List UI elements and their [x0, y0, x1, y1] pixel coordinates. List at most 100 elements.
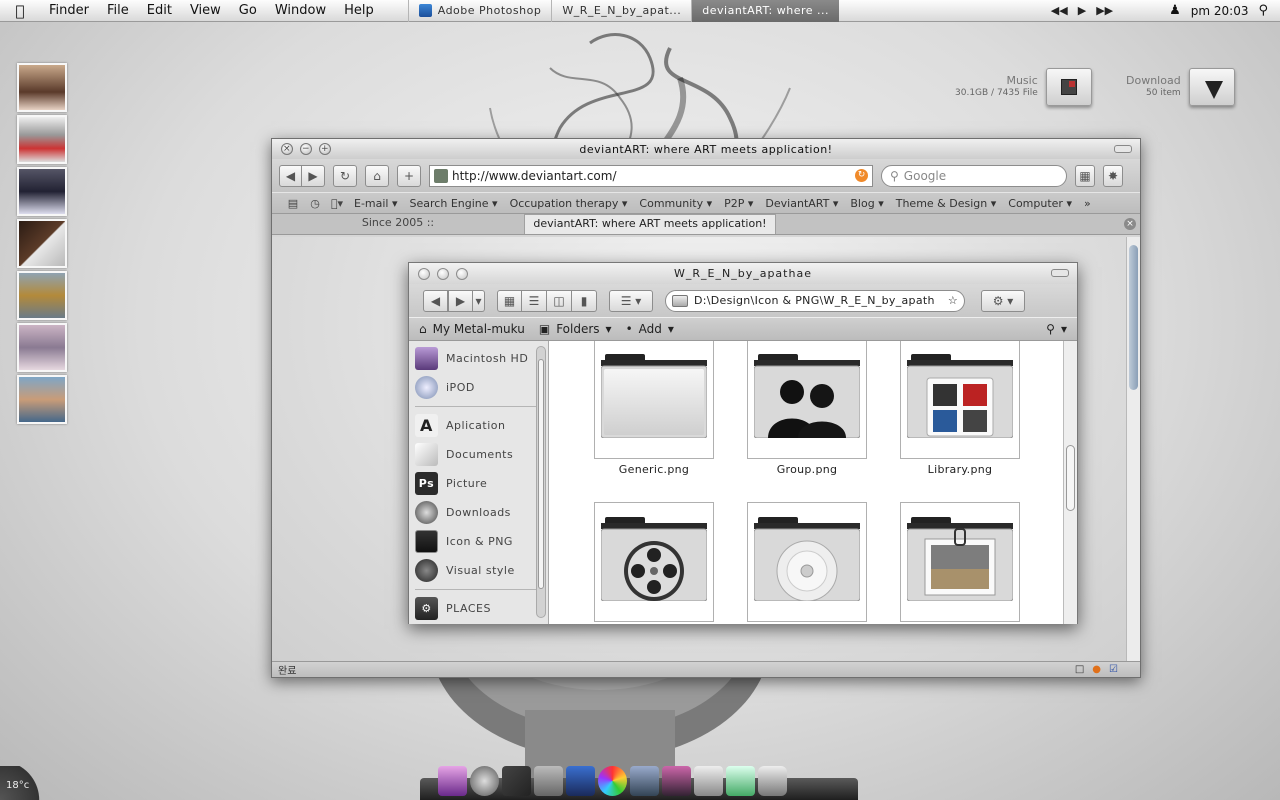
- spotlight-icon[interactable]: ⚲: [1258, 3, 1268, 18]
- flask-icon[interactable]: [566, 766, 595, 796]
- previous-icon[interactable]: ◀◀: [1051, 4, 1068, 17]
- file-item[interactable]: [900, 502, 1020, 624]
- menu-window[interactable]: Window: [266, 0, 335, 22]
- bookmark-blog[interactable]: Blog ▾: [844, 197, 889, 210]
- reload-icon[interactable]: ↻: [855, 169, 868, 182]
- history-dropdown-button[interactable]: ▾: [473, 289, 485, 312]
- compass-icon[interactable]: [470, 766, 499, 796]
- close-tab-icon[interactable]: ×: [1124, 218, 1136, 230]
- back-button[interactable]: ◀: [279, 164, 302, 187]
- sidebar-item-documents[interactable]: Documents: [409, 440, 548, 469]
- download-icon[interactable]: [726, 766, 755, 796]
- sidebar-item-aplication[interactable]: A Aplication: [409, 411, 548, 440]
- pen-icon[interactable]: [502, 766, 531, 796]
- tab-since-2005[interactable]: Since 2005 ::: [272, 214, 524, 234]
- forward-button[interactable]: ▶: [302, 164, 325, 187]
- photo-thumbnail[interactable]: [17, 115, 67, 164]
- bookmark-computer[interactable]: Computer ▾: [1002, 197, 1078, 210]
- browser-scrollbar[interactable]: [1126, 237, 1140, 662]
- file-grid-scrollbar[interactable]: [1063, 341, 1077, 624]
- bookmark-deviantart[interactable]: DeviantART ▾: [759, 197, 844, 210]
- address-bar[interactable]: http://www.deviantart.com/ ↻: [429, 164, 873, 187]
- apple-menu-icon[interactable]: : [0, 2, 40, 20]
- star-icon[interactable]: ☆: [948, 294, 958, 307]
- icon-view-button[interactable]: ▦: [497, 289, 522, 312]
- bookmark-theme-design[interactable]: Theme & Design ▾: [890, 197, 1003, 210]
- menu-help[interactable]: Help: [335, 0, 383, 22]
- menu-app-name[interactable]: Finder: [40, 0, 98, 22]
- task-browser-window[interactable]: deviantART: where ...: [691, 0, 839, 22]
- firefox-icon[interactable]: ●: [1092, 664, 1101, 675]
- arrange-button[interactable]: ☰ ▾: [609, 289, 653, 312]
- file-item[interactable]: Generic.png: [594, 341, 714, 476]
- coverflow-view-button[interactable]: ▮: [572, 289, 597, 312]
- palette-icon[interactable]: [534, 766, 563, 796]
- photo-thumbnail[interactable]: [17, 271, 67, 320]
- grid-view-button[interactable]: ▦: [1075, 164, 1095, 187]
- sidebar-item-icon-png[interactable]: Icon & PNG: [409, 527, 548, 556]
- task-finder-window[interactable]: W_R_E_N_by_apat...: [551, 0, 691, 22]
- history-icon[interactable]: ◷: [304, 197, 326, 210]
- menu-view[interactable]: View: [181, 0, 230, 22]
- disk-icon[interactable]: [758, 766, 787, 796]
- photo-icon[interactable]: [438, 766, 467, 796]
- library-icon[interactable]: [694, 766, 723, 796]
- tab-deviantart[interactable]: deviantART: where ART meets application!: [524, 214, 776, 234]
- sidebar-item-downloads[interactable]: Downloads: [409, 498, 548, 527]
- file-item[interactable]: Library.png: [900, 341, 1020, 476]
- sidebar-scrollbar[interactable]: [536, 346, 546, 618]
- folders-menu[interactable]: ▣ Folders ▾: [539, 322, 612, 336]
- search-field[interactable]: ⚲ Google: [881, 164, 1067, 187]
- bookmarks-overflow-icon[interactable]: »: [1078, 197, 1097, 210]
- search-menu[interactable]: ⚲ ▾: [1046, 322, 1067, 336]
- photo-thumbnail[interactable]: [17, 323, 67, 372]
- cd-icon[interactable]: [598, 766, 627, 796]
- photo-thumbnail[interactable]: [17, 219, 67, 268]
- path-field[interactable]: D:\Design\Icon & PNG\W_R_E_N_by_apath ☆: [665, 289, 965, 312]
- menu-file[interactable]: File: [98, 0, 138, 22]
- scrollbar-thumb[interactable]: [1129, 245, 1138, 390]
- screen-icon[interactable]: [630, 766, 659, 796]
- bookmark-email[interactable]: E-mail ▾: [348, 197, 404, 210]
- page-icon[interactable]: □: [1075, 664, 1084, 675]
- download-stack[interactable]: Download 50 item: [1126, 68, 1235, 106]
- sidebar-item-places[interactable]: ⚙ PLACES: [409, 594, 548, 623]
- monitor-icon[interactable]: [662, 766, 691, 796]
- user-icon[interactable]: ♟: [1169, 3, 1181, 18]
- toolbar-toggle-button[interactable]: [1051, 269, 1069, 277]
- bookmark-p2p[interactable]: P2P ▾: [718, 197, 759, 210]
- menu-edit[interactable]: Edit: [138, 0, 181, 22]
- list-view-button[interactable]: ☰: [522, 289, 547, 312]
- clock[interactable]: pm 20:03: [1191, 4, 1249, 18]
- file-item[interactable]: [594, 502, 714, 624]
- back-button[interactable]: ◀: [423, 289, 448, 312]
- apple-bookmark-icon[interactable]: ▾: [326, 197, 348, 210]
- checkbox-icon[interactable]: ☑: [1109, 664, 1118, 675]
- file-item[interactable]: Group.png: [747, 341, 867, 476]
- add-bookmark-button[interactable]: +: [397, 164, 421, 187]
- add-menu[interactable]: • Add ▾: [626, 322, 674, 336]
- task-photoshop[interactable]: Adobe Photoshop: [407, 0, 552, 22]
- column-view-button[interactable]: ◫: [547, 289, 572, 312]
- sidebar-item-macintosh-hd[interactable]: Macintosh HD: [409, 344, 548, 373]
- play-icon[interactable]: ▶: [1078, 4, 1086, 17]
- photo-thumbnail[interactable]: [17, 375, 67, 424]
- action-gear-button[interactable]: ⚙ ▾: [981, 289, 1025, 312]
- sidebar-item-picture[interactable]: Ps Picture: [409, 469, 548, 498]
- bookmark-community[interactable]: Community ▾: [633, 197, 718, 210]
- home-button[interactable]: ⌂: [365, 164, 389, 187]
- bookmarks-book-icon[interactable]: ▤: [282, 197, 304, 210]
- sidebar-item-ipod[interactable]: iPOD: [409, 373, 548, 402]
- bookmark-occupation-therapy[interactable]: Occupation therapy ▾: [504, 197, 634, 210]
- scrollbar-thumb[interactable]: [538, 359, 544, 589]
- next-icon[interactable]: ▶▶: [1096, 4, 1113, 17]
- home-place[interactable]: ⌂ My Metal-muku: [419, 322, 525, 336]
- music-stack[interactable]: Music 30.1GB / 7435 File: [955, 68, 1092, 106]
- photo-thumbnail[interactable]: [17, 167, 67, 216]
- sidebar-item-visual-style[interactable]: Visual style: [409, 556, 548, 585]
- weather-widget[interactable]: 18°c: [0, 766, 44, 800]
- bookmark-search-engine[interactable]: Search Engine ▾: [404, 197, 504, 210]
- debug-button[interactable]: ✸: [1103, 164, 1123, 187]
- reload-button[interactable]: ↻: [333, 164, 357, 187]
- photo-thumbnail[interactable]: [17, 63, 67, 112]
